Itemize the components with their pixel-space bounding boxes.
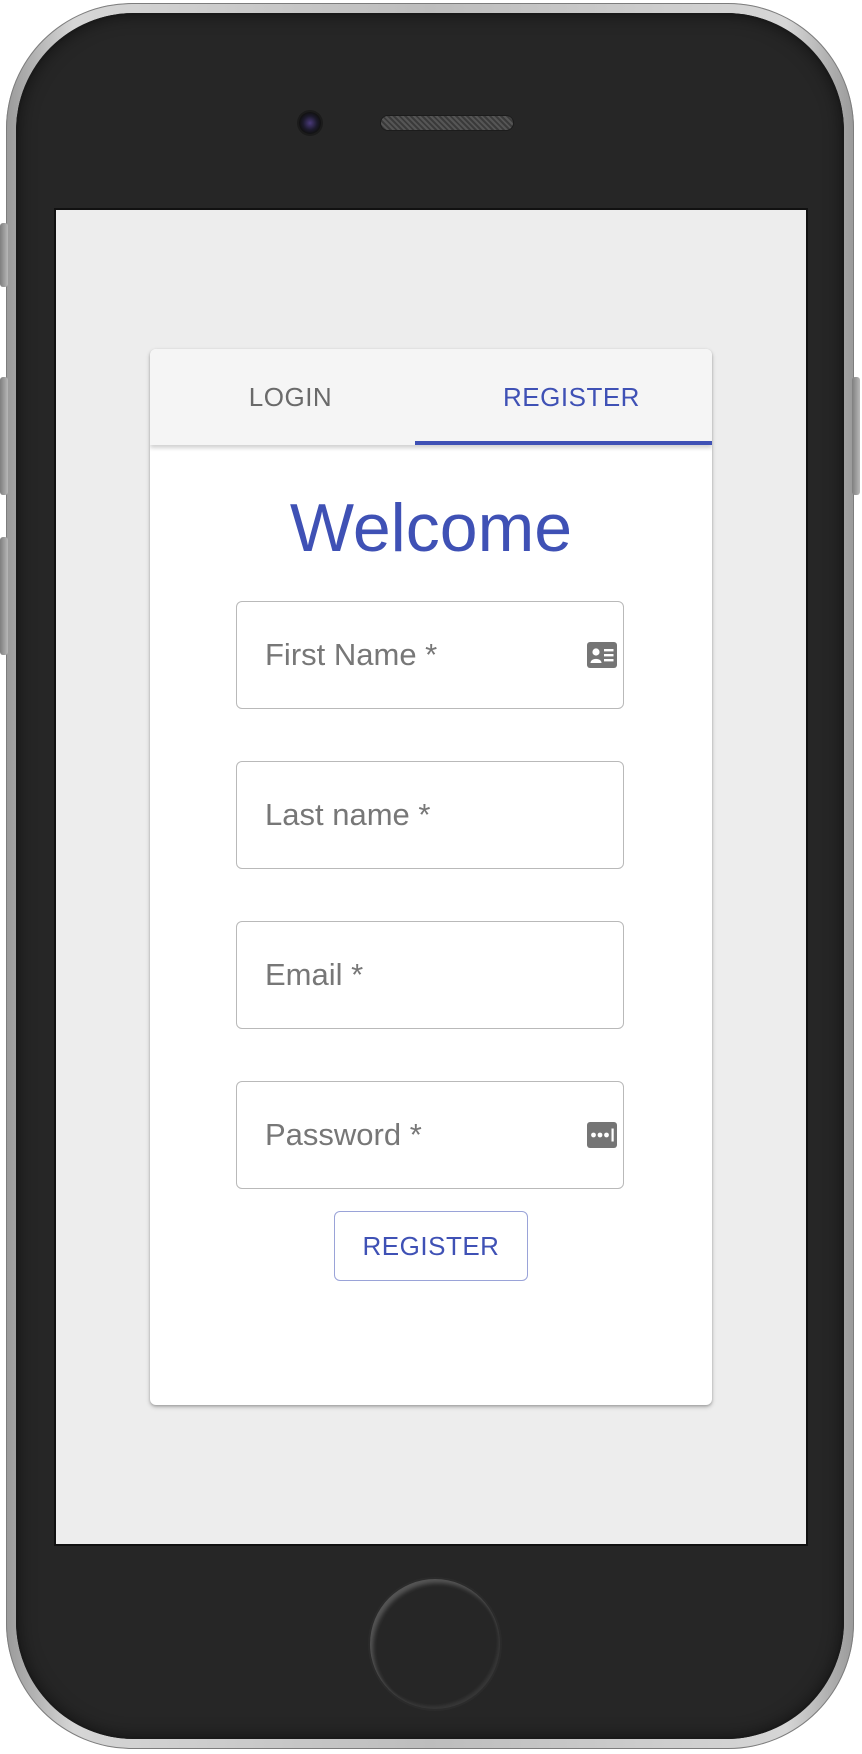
speaker-grille-icon (381, 116, 513, 130)
password-input[interactable] (263, 1082, 567, 1188)
register-button[interactable]: REGISTER (334, 1211, 528, 1281)
front-camera-icon (299, 112, 321, 134)
last-name-field[interactable] (236, 761, 624, 869)
first-name-input[interactable] (263, 602, 567, 708)
home-button[interactable] (370, 1579, 500, 1709)
email-field[interactable] (236, 921, 624, 1029)
app-screen: LOGIN REGISTER Welcome First Name * Last… (54, 208, 808, 1546)
first-name-field[interactable] (236, 601, 624, 709)
auth-card: LOGIN REGISTER Welcome First Name * Last… (150, 349, 712, 1405)
tab-login[interactable]: LOGIN (150, 349, 431, 445)
contact-card-icon (587, 642, 617, 668)
last-name-input[interactable] (263, 762, 567, 868)
password-field[interactable] (236, 1081, 624, 1189)
power-button (852, 377, 860, 495)
tab-register[interactable]: REGISTER (431, 349, 712, 445)
welcome-heading: Welcome (289, 490, 573, 566)
auth-tabs: LOGIN REGISTER (150, 349, 712, 445)
active-tab-indicator (415, 441, 712, 445)
silent-switch (0, 223, 8, 287)
email-input[interactable] (263, 922, 567, 1028)
volume-up-button (0, 377, 8, 495)
volume-down-button (0, 537, 8, 655)
password-dots-icon (587, 1122, 617, 1148)
